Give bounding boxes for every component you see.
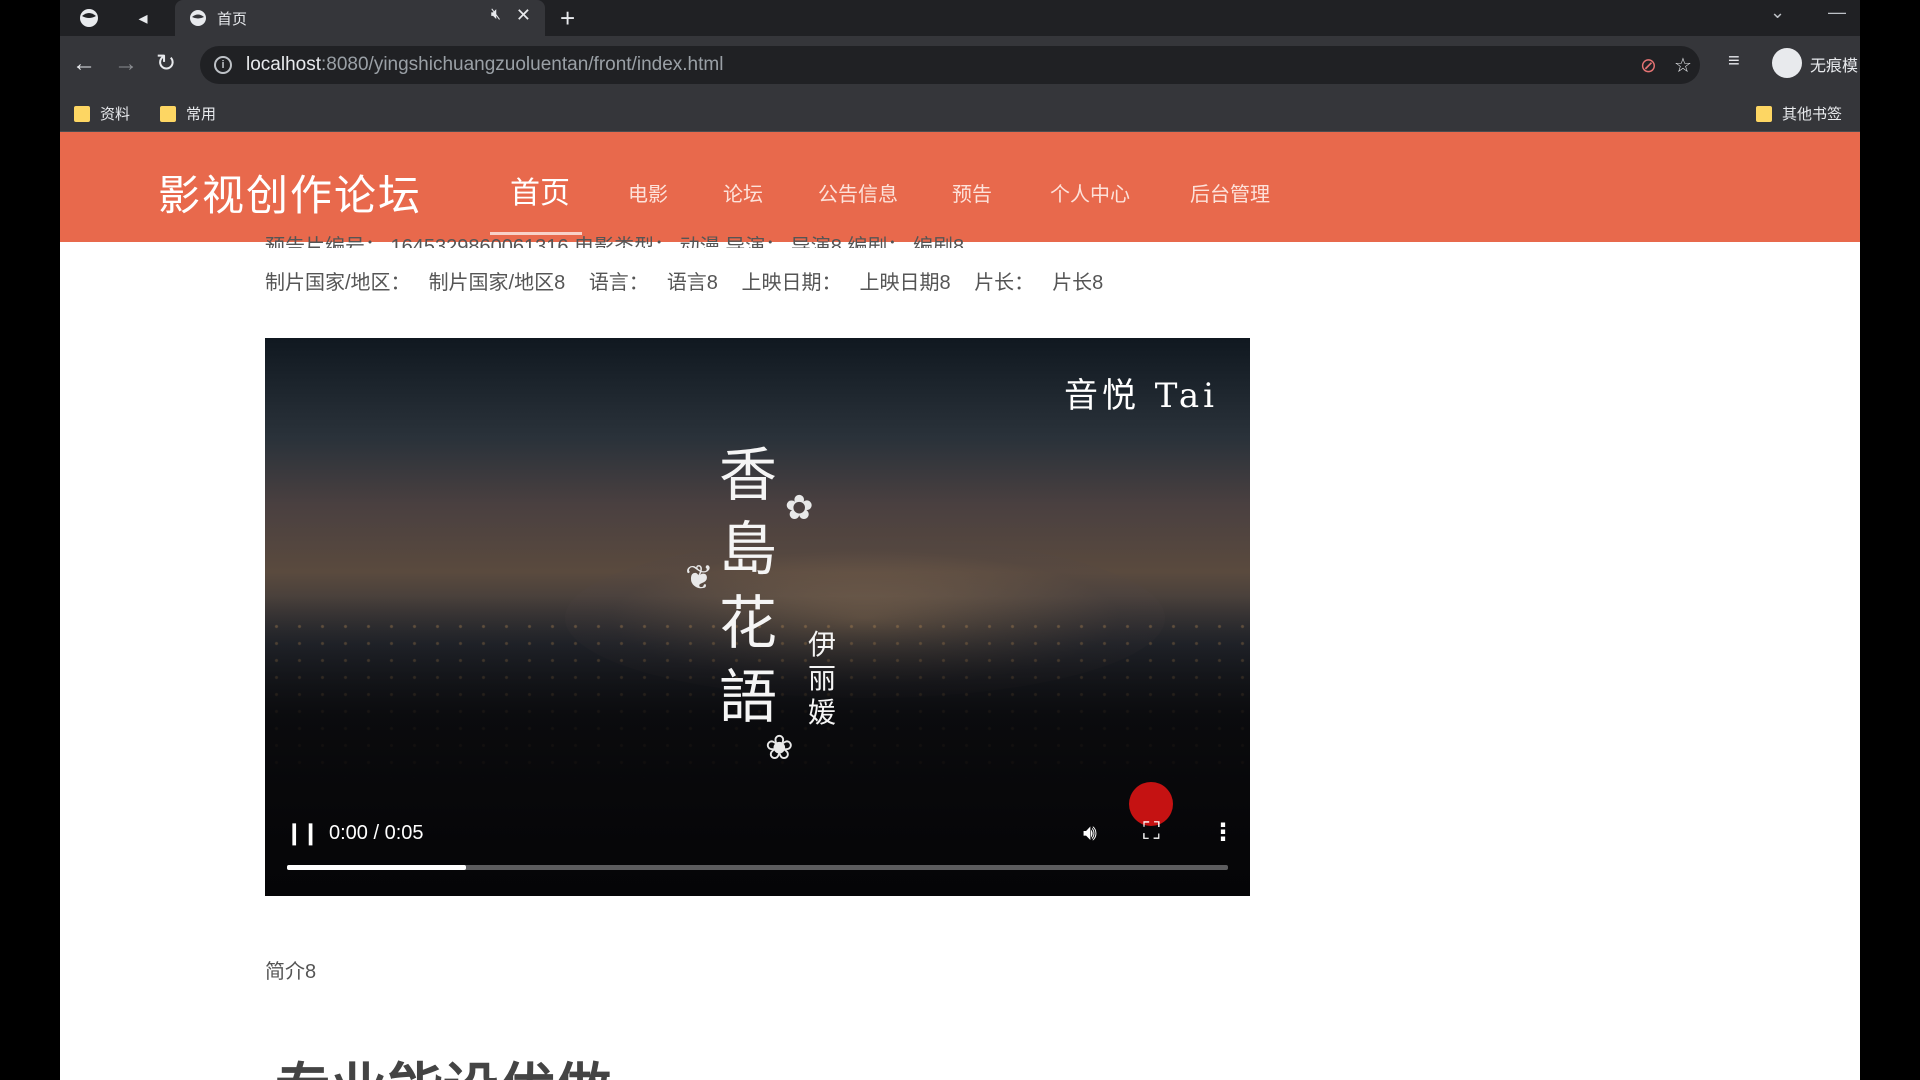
- country-value: 制片国家/地区8: [428, 272, 566, 294]
- folder-icon: [1756, 106, 1772, 122]
- release-date-label: 上映日期：: [741, 272, 842, 294]
- profile-label[interactable]: 无痕模: [1810, 52, 1858, 76]
- flower-ornament-icon: ✿: [785, 489, 814, 527]
- detail-line-partial: 预告片编号： 1645329860061316 电影类型： 动漫 导演： 导演8…: [265, 236, 965, 248]
- browser-app-icon[interactable]: [78, 7, 100, 29]
- tab-audio-icon[interactable]: ◂: [132, 7, 154, 29]
- browser-window: ◂ 首页 🔇︎ ✕ + ⌄ — ← → ↻ i localhost:8080/y…: [60, 0, 1860, 1080]
- globe-icon: [189, 9, 207, 27]
- tab-strip: ◂ 首页 🔇︎ ✕ + ⌄ —: [60, 0, 1860, 36]
- section-heading: 专业能设优做: [275, 1045, 611, 1080]
- video-progress-bar[interactable]: [287, 865, 1228, 870]
- lily-ornament-icon: ❀: [765, 729, 794, 767]
- site-info-icon[interactable]: i: [214, 56, 232, 74]
- url-text[interactable]: localhost:8080/yingshichuangzuoluentan/f…: [246, 54, 723, 76]
- video-player[interactable]: 音悦 Tai 香島花語 伊丽媛 ✿ ❦ ❀ ❙❙ 0:00 / 0:05 🔊︎ …: [265, 338, 1250, 896]
- folder-icon: [160, 106, 176, 122]
- nav-profile[interactable]: 个人中心: [1050, 178, 1130, 207]
- nav-admin[interactable]: 后台管理: [1190, 178, 1270, 207]
- video-watermark: 音悦 Tai: [1064, 376, 1218, 416]
- new-tab-icon[interactable]: +: [560, 3, 575, 34]
- language-value: 语言8: [666, 272, 718, 294]
- back-icon[interactable]: ←: [72, 50, 96, 78]
- tab-home[interactable]: 首页 🔇︎ ✕: [175, 0, 545, 36]
- mute-tab-icon[interactable]: 🔇︎: [491, 6, 501, 24]
- forward-icon[interactable]: →: [114, 50, 138, 78]
- bookmark-folder-1[interactable]: 资料: [74, 103, 130, 124]
- minimize-icon[interactable]: —: [1828, 2, 1846, 23]
- release-date-value: 上映日期8: [859, 272, 951, 294]
- nav-movies[interactable]: 电影: [628, 178, 668, 207]
- blocked-icon[interactable]: ⊘: [1640, 53, 1657, 78]
- video-song-title: 香島花語: [718, 441, 777, 731]
- country-label: 制片国家/地区：: [265, 272, 411, 294]
- duration-value: 片长8: [1052, 272, 1104, 294]
- close-tab-icon[interactable]: ✕: [516, 5, 531, 26]
- nav-home[interactable]: 首页: [510, 168, 570, 212]
- fullscreen-icon[interactable]: ⛶: [1143, 818, 1160, 846]
- detail-meta-line: 制片国家/地区： 制片国家/地区8 语言： 语言8 上映日期： 上映日期8 片长： 片长…: [265, 266, 1121, 295]
- tab-title: 首页: [217, 11, 248, 28]
- other-bookmarks[interactable]: 其他书签: [1756, 103, 1842, 124]
- intro-text: 简介8: [265, 961, 317, 983]
- more-options-icon[interactable]: ⋮: [1211, 818, 1235, 847]
- pause-icon[interactable]: ❙❙: [285, 820, 320, 846]
- nav-announcements[interactable]: 公告信息: [818, 178, 898, 207]
- reading-list-icon[interactable]: ≡: [1728, 50, 1740, 73]
- bookmarks-bar: 资料 常用 其他书签: [60, 94, 1860, 132]
- video-progress-fill: [287, 865, 466, 870]
- site-logo[interactable]: 影视创作论坛: [158, 162, 422, 223]
- leaf-ornament-icon: ❦: [685, 559, 714, 597]
- language-label: 语言：: [588, 272, 649, 294]
- video-artist: 伊丽媛: [807, 628, 836, 729]
- site-header: 影视创作论坛 首页 电影 论坛 公告信息 预告 个人中心 后台管理: [60, 132, 1860, 242]
- nav-trailers[interactable]: 预告: [952, 178, 992, 207]
- nav-forum[interactable]: 论坛: [723, 178, 763, 207]
- duration-label: 片长：: [974, 272, 1035, 294]
- incognito-avatar-icon[interactable]: [1772, 48, 1802, 78]
- bookmark-folder-2[interactable]: 常用: [160, 103, 216, 124]
- folder-icon: [74, 106, 90, 122]
- address-bar[interactable]: i localhost:8080/yingshichuangzuoluentan…: [200, 46, 1700, 84]
- volume-icon[interactable]: 🔊︎: [1083, 820, 1097, 846]
- tab-search-icon[interactable]: ⌄: [1770, 2, 1785, 23]
- browser-toolbar: ← → ↻ i localhost:8080/yingshichuangzuol…: [60, 36, 1860, 94]
- video-time: 0:00 / 0:05: [329, 822, 424, 844]
- reload-icon[interactable]: ↻: [156, 50, 176, 78]
- bookmark-star-icon[interactable]: ☆: [1674, 53, 1692, 78]
